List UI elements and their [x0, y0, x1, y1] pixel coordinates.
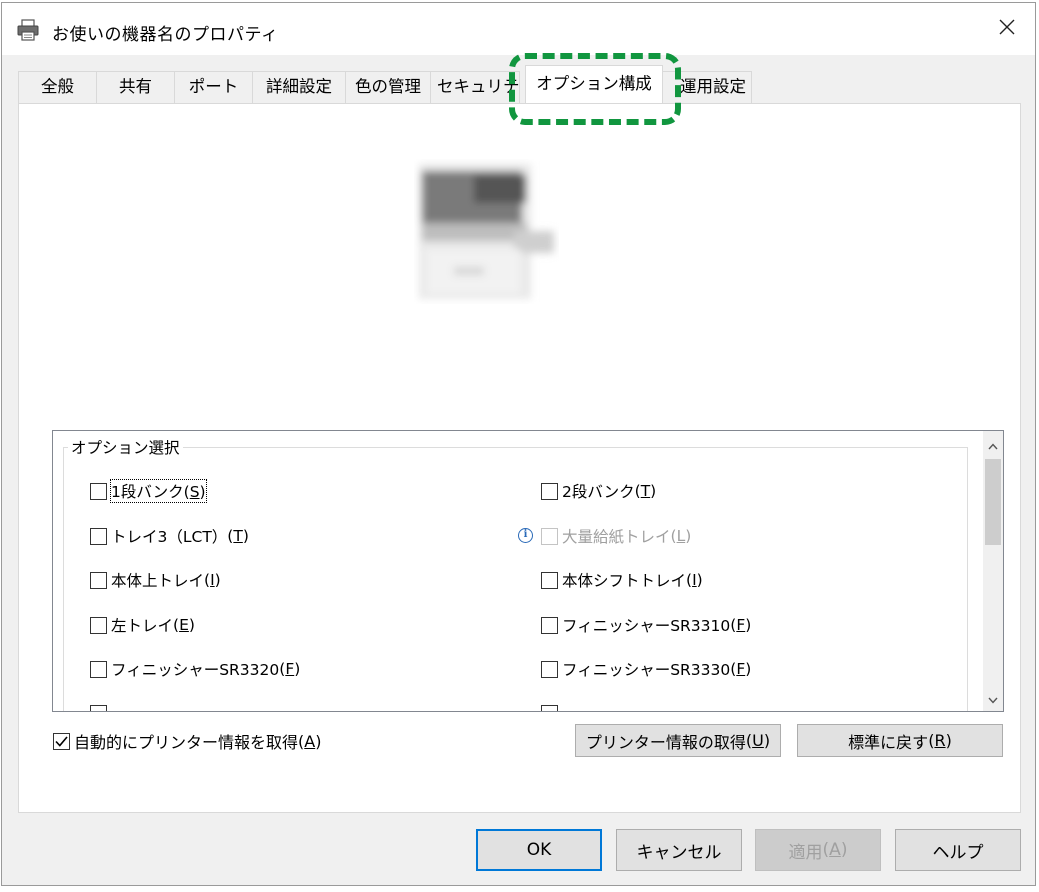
checkbox[interactable] — [90, 660, 107, 678]
checkbox-checked[interactable] — [53, 732, 70, 751]
scroll-down-button[interactable] — [983, 687, 1003, 709]
chevron-up-icon — [988, 435, 998, 454]
option-tray3-lct[interactable]: トレイ3（LCT）(T) — [90, 524, 249, 548]
tab-color-management[interactable]: 色の管理 — [345, 71, 431, 103]
checkbox[interactable] — [90, 571, 107, 589]
checkbox[interactable] — [541, 571, 558, 589]
close-icon — [999, 19, 1015, 39]
tab-content-panel: オプション選択 1段バンク(S) 2段バンク(T) トレイ3（LCT）(T) i… — [18, 103, 1021, 813]
checkbox[interactable] — [90, 616, 107, 634]
option-large-capacity-tray: 大量給紙トレイ(L) — [541, 524, 691, 548]
auto-acquire-checkbox[interactable]: 自動的にプリンター情報を取得(A) — [53, 729, 321, 753]
checkbox[interactable] — [541, 482, 558, 500]
option-finisher-sr3320[interactable]: フィニッシャーSR3320(F) — [90, 657, 300, 681]
vertical-scrollbar[interactable] — [983, 431, 1003, 711]
option-selection-label: オプション選択 — [68, 436, 183, 458]
restore-default-button[interactable]: 標準に戻す(R) — [797, 724, 1003, 757]
checkbox[interactable] — [90, 482, 107, 500]
tab-option-configuration[interactable]: オプション構成 — [525, 65, 663, 103]
printer-image — [414, 159, 559, 304]
tab-general[interactable]: 全般 — [18, 71, 97, 103]
apply-button: 適用(A) — [755, 829, 881, 871]
tab-advanced[interactable]: 詳細設定 — [252, 71, 346, 103]
option-2-tier-bank[interactable]: 2段バンク(T) — [541, 479, 656, 503]
checkbox[interactable] — [541, 616, 558, 634]
option-row-partial[interactable] — [90, 701, 111, 711]
tab-ports[interactable]: ポート — [174, 71, 253, 103]
get-printer-info-button[interactable]: プリンター情報の取得(U) — [575, 724, 781, 757]
printer-icon — [17, 19, 39, 41]
printer-properties-dialog: お使いの機器名のプロパティ 全般 共有 ポート 詳細設定 色の管理 セキュリティ… — [1, 2, 1036, 886]
scroll-up-button[interactable] — [983, 433, 1003, 455]
option-finisher-sr3330[interactable]: フィニッシャーSR3330(F) — [541, 657, 751, 681]
option-internal-shift-tray[interactable]: 本体シフトトレイ(I) — [541, 568, 703, 592]
option-selection-list[interactable]: オプション選択 1段バンク(S) 2段バンク(T) トレイ3（LCT）(T) i… — [52, 430, 1004, 712]
title-bar: お使いの機器名のプロパティ — [2, 3, 1035, 55]
checkbox[interactable] — [90, 704, 107, 711]
ok-button[interactable]: OK — [476, 829, 602, 871]
option-left-tray[interactable]: 左トレイ(E) — [90, 613, 195, 637]
info-icon[interactable]: i — [518, 528, 533, 543]
tab-security[interactable]: セキュリティ — [430, 71, 520, 103]
chevron-down-icon — [988, 689, 998, 708]
option-internal-upper-tray[interactable]: 本体上トレイ(I) — [90, 568, 221, 592]
checkbox[interactable] — [90, 527, 107, 545]
checkbox — [541, 527, 558, 545]
option-finisher-sr3310[interactable]: フィニッシャーSR3310(F) — [541, 613, 751, 637]
scrollbar-thumb[interactable] — [985, 459, 1001, 545]
checkmark-icon — [55, 732, 68, 751]
tab-sharing[interactable]: 共有 — [96, 71, 175, 103]
checkbox[interactable] — [541, 660, 558, 678]
close-button[interactable] — [979, 3, 1035, 55]
cancel-button[interactable]: キャンセル — [616, 829, 742, 871]
checkbox[interactable] — [541, 704, 558, 711]
option-1-tier-bank[interactable]: 1段バンク(S) — [90, 479, 207, 503]
tab-operation-settings[interactable]: 運用設定 — [662, 71, 752, 103]
option-row-partial[interactable] — [541, 701, 562, 711]
window-title: お使いの機器名のプロパティ — [52, 25, 279, 45]
help-button[interactable]: ヘルプ — [895, 829, 1021, 871]
